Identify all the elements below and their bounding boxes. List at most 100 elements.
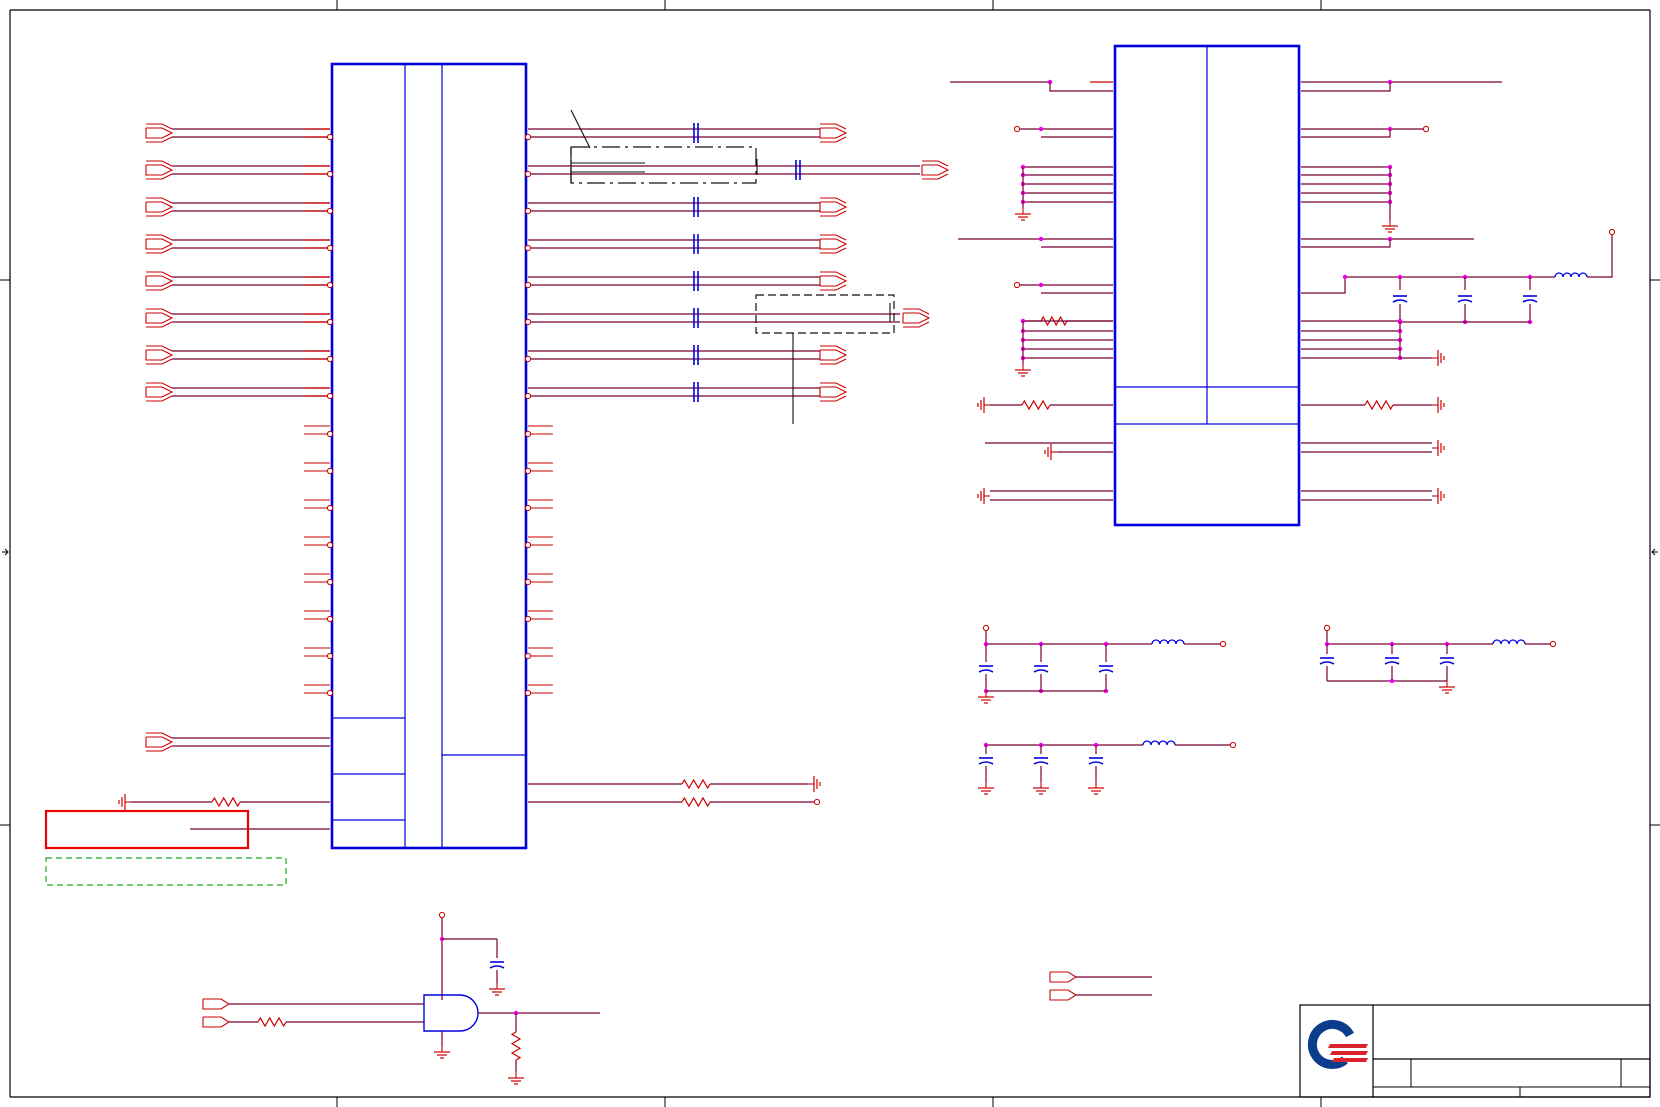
pin-terminal — [524, 467, 532, 475]
inductor — [1151, 639, 1185, 645]
resistor — [1021, 399, 1051, 411]
capacitor — [1384, 661, 1400, 665]
pin-terminal — [326, 355, 334, 363]
capacitor — [1033, 761, 1049, 765]
connector-arrow — [145, 312, 174, 324]
resistor — [510, 1031, 522, 1061]
net-wire — [1301, 239, 1391, 248]
company-logo-icon — [1328, 1044, 1368, 1062]
net-wire — [1301, 82, 1391, 92]
pin-terminal — [1219, 640, 1227, 648]
right-port-wires — [524, 123, 950, 808]
junction-dot — [1389, 678, 1395, 684]
resistor — [211, 796, 241, 808]
and-gate-body — [423, 994, 479, 1032]
connector-arrow — [202, 1016, 231, 1028]
note-box — [45, 857, 287, 886]
pin-terminal — [326, 615, 334, 623]
capacitor — [1392, 299, 1408, 303]
pin-terminal — [326, 170, 334, 178]
schematic-sheet — [0, 0, 1660, 1107]
inductor — [1492, 639, 1526, 645]
capacitor — [1098, 669, 1114, 673]
pin-terminal — [326, 578, 334, 586]
pin-terminal — [1608, 228, 1616, 236]
pin-terminal — [326, 133, 334, 141]
pin-terminal — [438, 911, 446, 919]
junction-dot — [1342, 274, 1348, 280]
net-wire — [1049, 82, 1113, 92]
dash-dot-box — [570, 146, 757, 184]
junction-dot — [1038, 236, 1044, 242]
pin-terminal — [326, 244, 334, 252]
pin-terminal — [524, 615, 532, 623]
connector-arrow — [145, 201, 174, 213]
pin-terminal — [326, 207, 334, 215]
left-port-wires — [118, 123, 334, 830]
pin-terminal — [1422, 125, 1430, 133]
net-wire — [1587, 234, 1613, 278]
inductor — [1142, 740, 1176, 746]
junction-dot — [1038, 282, 1044, 288]
ferrite-bead-filters — [978, 624, 1557, 1001]
capacitor — [1319, 661, 1335, 665]
pin-terminal — [524, 244, 532, 252]
resistor — [1364, 399, 1394, 411]
pin-terminal — [1013, 281, 1021, 289]
connector-arrow — [819, 201, 848, 213]
resistor — [257, 1016, 287, 1028]
connector-arrow — [145, 127, 174, 139]
capacitor — [1522, 299, 1538, 303]
capacitor — [978, 669, 994, 673]
zone-arrow — [1651, 548, 1658, 556]
connector-arrow — [819, 349, 848, 361]
pin-terminal — [524, 355, 532, 363]
pin-terminal — [524, 689, 532, 697]
connector-arrow — [1049, 971, 1078, 983]
connector-arrow — [921, 164, 950, 176]
pin-terminal — [524, 170, 532, 178]
resistor — [681, 778, 711, 790]
pin-terminal — [1013, 125, 1021, 133]
title-block — [1299, 1004, 1651, 1098]
connector-block — [330, 62, 528, 850]
connector-arrow — [902, 312, 931, 324]
pin-terminal — [524, 430, 532, 438]
pin-terminal — [982, 624, 990, 632]
connector-arrow — [819, 275, 848, 287]
capacitor — [489, 965, 505, 969]
pin-terminal — [326, 467, 334, 475]
connector-arrow — [819, 386, 848, 398]
pin-terminal — [326, 318, 334, 326]
pin-terminal — [326, 689, 334, 697]
connector-arrow — [145, 164, 174, 176]
connector-arrow — [145, 238, 174, 250]
capacitor — [1439, 661, 1455, 665]
pin-terminal — [326, 281, 334, 289]
pin-terminal — [524, 318, 532, 326]
hdmi-level-shifter-ic — [950, 44, 1616, 527]
pin-terminal — [1323, 624, 1331, 632]
connector-arrow — [819, 127, 848, 139]
pin-terminal — [524, 133, 532, 141]
pin-terminal — [1549, 640, 1557, 648]
pin-terminal — [524, 578, 532, 586]
pin-terminal — [326, 504, 334, 512]
junction-dot — [1038, 126, 1044, 132]
connector-arrow — [1049, 989, 1078, 1001]
connector-arrow — [145, 736, 174, 748]
resistor — [681, 796, 711, 808]
zone-arrow — [2, 548, 9, 556]
pin-terminal — [326, 392, 334, 400]
connector-arrow — [145, 386, 174, 398]
connector-arrow — [145, 349, 174, 361]
pin-terminal — [1229, 741, 1237, 749]
inductor — [1554, 272, 1588, 278]
pin-terminal — [524, 281, 532, 289]
capacitor — [1457, 299, 1473, 303]
pin-terminal — [524, 541, 532, 549]
pin-terminal — [326, 430, 334, 438]
capacitor — [1033, 669, 1049, 673]
connector-arrow — [145, 275, 174, 287]
capacitor — [1088, 761, 1104, 765]
